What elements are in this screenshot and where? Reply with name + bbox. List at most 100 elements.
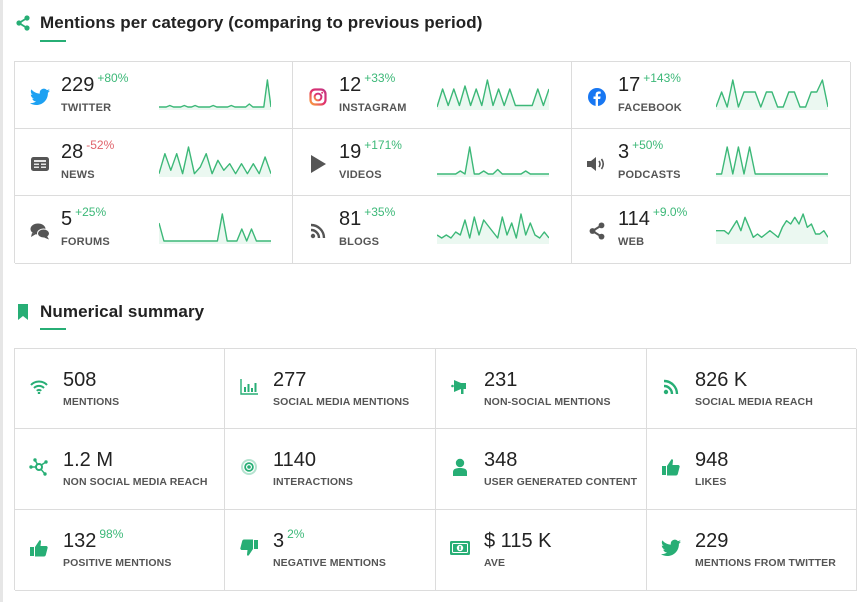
share-icon bbox=[586, 220, 608, 242]
summary-card-social-media-reach: 826 K SOCIAL MEDIA REACH bbox=[647, 349, 857, 429]
category-card-videos[interactable]: 19 +171% VIDEOS bbox=[293, 129, 572, 196]
summary-card-ave: $ 115 K AVE bbox=[436, 510, 647, 591]
category-count: 114 bbox=[618, 208, 650, 230]
summary-card-likes: 948 LIKES bbox=[647, 429, 857, 510]
summary-number: 231 bbox=[484, 369, 518, 391]
category-label: FORUMS bbox=[61, 236, 110, 248]
target-icon bbox=[239, 457, 259, 477]
share-icon bbox=[14, 14, 32, 32]
categories-section-header: Mentions per category (comparing to prev… bbox=[14, 13, 483, 33]
summary-label: NON-SOCIAL MENTIONS bbox=[484, 396, 611, 408]
category-change: -52% bbox=[86, 138, 115, 152]
category-value: 19 +171% bbox=[339, 138, 402, 164]
category-change: +143% bbox=[643, 71, 681, 85]
category-label: INSTAGRAM bbox=[339, 102, 407, 114]
sparkline-line bbox=[716, 146, 828, 175]
bookmark-icon bbox=[14, 303, 32, 321]
summary-label: NEGATIVE MENTIONS bbox=[273, 557, 386, 569]
category-value: 229 +80% bbox=[61, 71, 129, 97]
category-label: PODCASTS bbox=[618, 169, 681, 181]
category-card-news[interactable]: 28 -52% NEWS bbox=[15, 129, 293, 196]
sparkline bbox=[437, 146, 549, 177]
sparkline-area bbox=[716, 214, 828, 244]
summary-value: 826 K bbox=[695, 369, 747, 392]
summary-number: 277 bbox=[273, 369, 307, 391]
newspaper-icon bbox=[29, 153, 51, 175]
section-underline bbox=[40, 328, 66, 330]
category-card-blogs[interactable]: 81 +35% BLOGS bbox=[293, 196, 572, 264]
sparkline bbox=[437, 213, 549, 244]
summary-value: 1.2 M bbox=[63, 449, 113, 472]
category-value: 17 +143% bbox=[618, 71, 681, 97]
summary-percent: 2% bbox=[287, 527, 305, 541]
summary-label: MENTIONS FROM TWITTER bbox=[695, 557, 836, 569]
summary-card-positive-mentions: 132 98% POSITIVE MENTIONS bbox=[15, 510, 225, 591]
summary-label: SOCIAL MEDIA MENTIONS bbox=[273, 396, 410, 408]
summary-value: 348 bbox=[484, 449, 517, 472]
category-label: WEB bbox=[618, 236, 645, 248]
summary-number: 826 K bbox=[695, 369, 748, 391]
wifi-icon bbox=[29, 377, 49, 397]
category-card-facebook[interactable]: 17 +143% FACEBOOK bbox=[572, 62, 851, 129]
category-count: 5 bbox=[61, 208, 73, 230]
facebook-icon bbox=[586, 86, 608, 108]
sparkline bbox=[716, 79, 828, 110]
category-count: 12 bbox=[339, 74, 362, 96]
summary-value: 277 bbox=[273, 369, 306, 392]
summary-value: 231 bbox=[484, 369, 517, 392]
summary-section-title: Numerical summary bbox=[40, 302, 205, 321]
category-card-instagram[interactable]: 12 +33% INSTAGRAM bbox=[293, 62, 572, 129]
summary-number: 948 bbox=[695, 449, 729, 471]
speaker-icon bbox=[586, 153, 608, 175]
category-change: +35% bbox=[364, 205, 396, 219]
categories-section-title: Mentions per category (comparing to prev… bbox=[40, 13, 483, 32]
sparkline bbox=[716, 146, 828, 177]
summary-card-user-generated-content: 348 USER GENERATED CONTENT bbox=[436, 429, 647, 510]
summary-label: MENTIONS bbox=[63, 396, 120, 408]
thumbs-up-icon bbox=[29, 538, 49, 558]
summary-value: $ 115 K bbox=[484, 530, 551, 553]
sparkline-area bbox=[159, 147, 271, 177]
category-count: 19 bbox=[339, 141, 362, 163]
summary-number: 508 bbox=[63, 369, 97, 391]
category-card-twitter[interactable]: 229 +80% TWITTER bbox=[15, 62, 293, 129]
category-label: NEWS bbox=[61, 169, 95, 181]
summary-number: 1.2 M bbox=[63, 449, 114, 471]
sparkline-line bbox=[159, 79, 271, 108]
summary-number: 229 bbox=[695, 530, 729, 552]
category-card-podcasts[interactable]: 3 +50% PODCASTS bbox=[572, 129, 851, 196]
rss-icon bbox=[307, 220, 329, 242]
summary-card-mentions-from-twitter: 229 MENTIONS FROM TWITTER bbox=[647, 510, 857, 591]
summary-label: USER GENERATED CONTENT bbox=[484, 476, 638, 488]
category-value: 28 -52% bbox=[61, 138, 115, 164]
summary-label: NON SOCIAL MEDIA REACH bbox=[63, 476, 208, 488]
category-count: 3 bbox=[618, 141, 630, 163]
category-card-web[interactable]: 114 +9.0% WEB bbox=[572, 196, 851, 264]
sparkline bbox=[159, 213, 271, 244]
summary-card-interactions: 1140 INTERACTIONS bbox=[225, 429, 436, 510]
rss-icon bbox=[661, 377, 681, 397]
summary-value: 948 bbox=[695, 449, 728, 472]
category-value: 81 +35% bbox=[339, 205, 396, 231]
summary-number: 1140 bbox=[273, 449, 317, 471]
summary-card-social-media-mentions: 277 SOCIAL MEDIA MENTIONS bbox=[225, 349, 436, 429]
category-change: +80% bbox=[97, 71, 129, 85]
category-value: 12 +33% bbox=[339, 71, 395, 97]
summary-card-negative-mentions: 3 2% NEGATIVE MENTIONS bbox=[225, 510, 436, 591]
category-label: VIDEOS bbox=[339, 169, 382, 181]
category-change: +50% bbox=[632, 138, 664, 152]
category-label: TWITTER bbox=[61, 102, 112, 114]
summary-card-non-social-media-reach: 1.2 M NON SOCIAL MEDIA REACH bbox=[15, 429, 225, 510]
chat-bubbles-icon bbox=[29, 220, 51, 242]
sparkline-line bbox=[437, 146, 549, 175]
category-card-forums[interactable]: 5 +25% FORUMS bbox=[15, 196, 293, 264]
instagram-icon bbox=[307, 86, 329, 108]
bar-chart-icon bbox=[239, 377, 259, 397]
user-icon bbox=[450, 457, 470, 477]
section-underline bbox=[40, 40, 66, 42]
category-count: 17 bbox=[618, 74, 641, 96]
summary-card-mentions: 508 MENTIONS bbox=[15, 349, 225, 429]
category-label: BLOGS bbox=[339, 236, 380, 248]
sparkline bbox=[437, 79, 549, 110]
twitter-icon bbox=[29, 86, 51, 108]
